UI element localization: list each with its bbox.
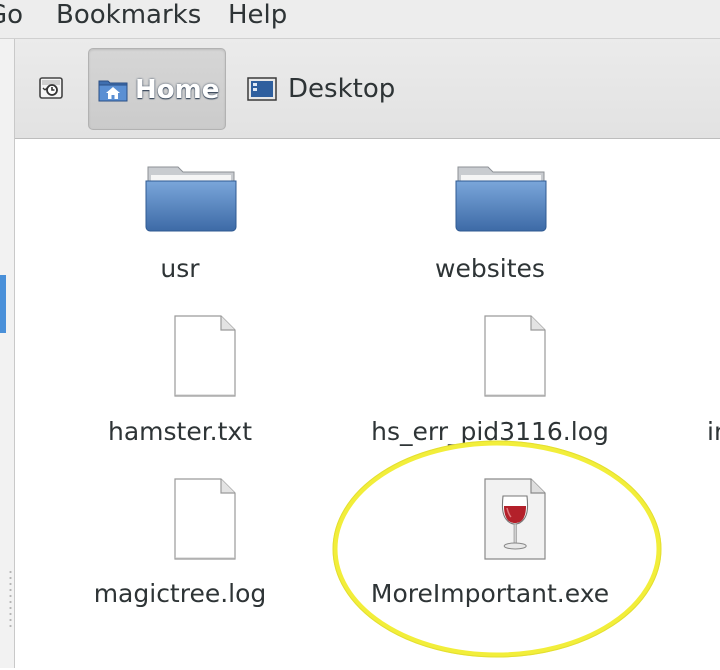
sidebar (0, 39, 15, 668)
path-button-desktop-label: Desktop (288, 74, 396, 104)
file-name: MoreImportant.exe (370, 579, 610, 608)
menu-go[interactable]: Go (0, 0, 23, 32)
menu-bar: Go Bookmarks Help (0, 0, 720, 39)
text-file-icon (174, 478, 236, 560)
file-name-partial: in (707, 417, 720, 446)
file-name: hs_err_pid3116.log (371, 417, 609, 446)
history-button[interactable] (36, 73, 68, 105)
desktop-icon (247, 77, 277, 101)
file-name: hamster.txt (107, 417, 253, 446)
file-name: magictree.log (93, 579, 267, 608)
menu-bookmarks[interactable]: Bookmarks (56, 0, 201, 32)
path-button-home-label: Home (135, 75, 220, 105)
history-icon (39, 77, 63, 99)
text-file-icon (484, 315, 546, 397)
home-folder-icon (98, 80, 128, 102)
file-item-magictree-log[interactable]: magictree.log (30, 139, 330, 608)
path-button-desktop[interactable]: Desktop (237, 48, 407, 130)
sidebar-selected-item[interactable] (0, 275, 6, 333)
path-bar: Home Desktop (15, 39, 720, 139)
path-button-home[interactable]: Home (88, 48, 226, 130)
file-view: usr websites hamster.txt hs_err_pid3116.… (15, 139, 720, 668)
text-file-icon (174, 315, 236, 397)
file-item-moreimportant-exe[interactable]: MoreImportant.exe (340, 139, 640, 608)
sidebar-resize-grip[interactable] (9, 569, 12, 629)
menu-help[interactable]: Help (228, 0, 287, 32)
wine-glass-icon (484, 478, 546, 560)
